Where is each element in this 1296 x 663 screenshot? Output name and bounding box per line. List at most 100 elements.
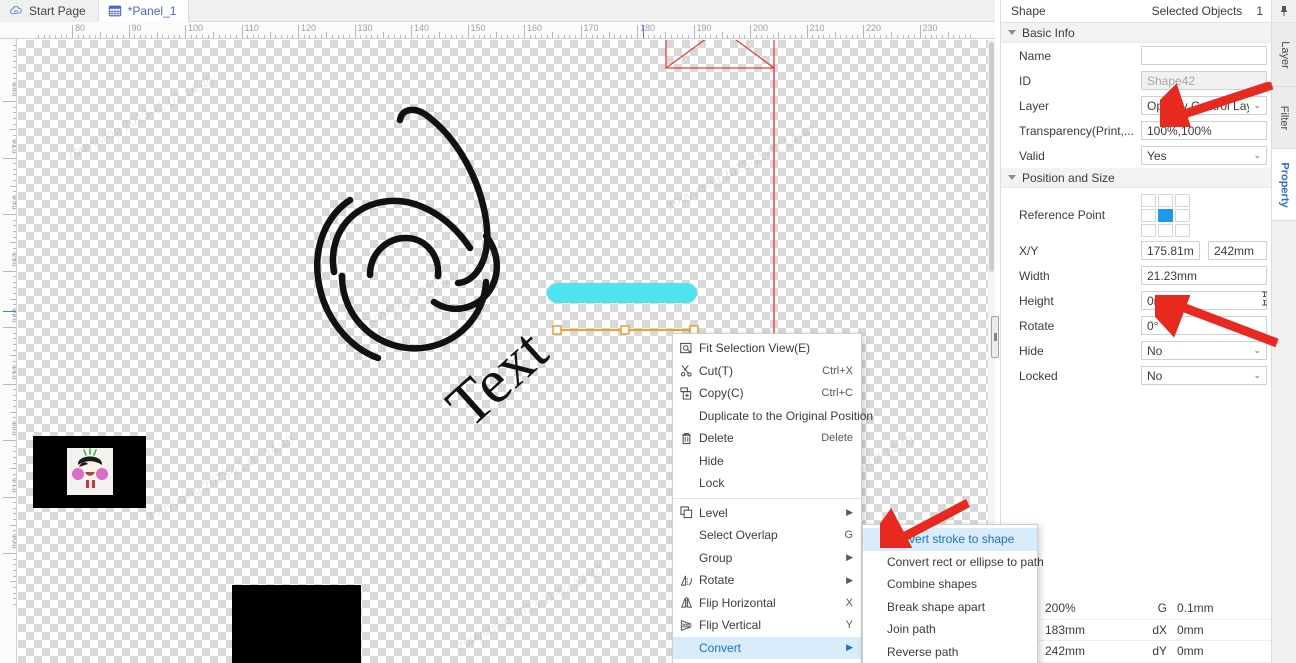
property-input-id[interactable]: Shape42 [1141, 71, 1267, 90]
menu-item-property[interactable]: Property [673, 659, 861, 663]
scrollbar-thumb[interactable] [989, 42, 994, 272]
horizontal-ruler[interactable]: 80 90 100 110 120 130 140 150 160 170 180 190 200 210… [0, 22, 995, 39]
ruler-tick [461, 35, 463, 38]
menu-item-lock[interactable]: Lock [673, 472, 861, 495]
ruler-tick-major [806, 25, 808, 38]
vertical-ruler[interactable]: 280270260250240230220210200 [0, 39, 17, 663]
ruler-tick-major [580, 25, 582, 38]
tab-panel-1[interactable]: *Panel_1 [98, 0, 190, 22]
reference-point-cell[interactable] [1175, 209, 1190, 222]
ruler-tick [365, 35, 367, 38]
reference-point-grid[interactable] [1141, 194, 1190, 237]
ruler-tick [13, 507, 16, 509]
ruler-tick [13, 406, 16, 408]
reference-point-cell[interactable] [1141, 209, 1156, 222]
property-input-x[interactable]: 175.81mr [1141, 241, 1200, 260]
ruler-tick [371, 35, 373, 38]
ruler-tick [936, 35, 938, 38]
ruler-tick-major [128, 25, 130, 38]
reference-point-cell[interactable] [1158, 209, 1173, 222]
property-input-valid[interactable]: Yes ⌄ [1141, 146, 1267, 165]
menu-item-convert[interactable]: Convert ▶ [673, 636, 861, 659]
convert-submenu[interactable]: Convert stroke to shape Convert rect or e… [862, 524, 1044, 663]
ruler-tick [772, 35, 774, 38]
property-row-height: Height 0mm [1001, 288, 1271, 313]
property-label-rotate: Rotate [1019, 318, 1055, 333]
side-tab-label: Layer [1278, 40, 1291, 69]
ruler-tick [13, 134, 16, 136]
side-tab-property[interactable]: Property [1272, 149, 1296, 221]
menu-item-flip-horizontal[interactable]: Flip Horizontal X [673, 592, 861, 615]
reference-point-cell[interactable] [1175, 194, 1190, 207]
menu-item-hide[interactable]: Hide [673, 450, 861, 473]
ruler-tick [13, 230, 16, 232]
link-width-height-icon[interactable] [1258, 290, 1270, 306]
property-input-y[interactable]: 242mm [1208, 241, 1267, 260]
property-input-width[interactable]: 21.23mm [1141, 266, 1267, 285]
submenu-item-break-shape-apart[interactable]: Break shape apart [863, 596, 1037, 619]
property-input-height[interactable]: 0mm [1141, 291, 1267, 310]
reference-point-cell[interactable] [1175, 224, 1190, 237]
section-header-basic-info[interactable]: Basic Info [1001, 23, 1271, 43]
menu-item-level[interactable]: Level ▶ [673, 502, 861, 525]
ruler-tick [13, 389, 16, 391]
ruler-tick [388, 35, 390, 38]
menu-item-fit-selection-view-e[interactable]: Fit Selection View(E) [673, 337, 861, 360]
ruler-tick [88, 35, 90, 38]
property-input-rotate[interactable]: 0° [1141, 316, 1267, 335]
property-input-locked[interactable]: No ⌄ [1141, 366, 1267, 385]
submenu-item-join-path[interactable]: Join path [863, 618, 1037, 641]
menu-item-select-overlap[interactable]: Select Overlap G [673, 524, 861, 547]
side-tab-layer[interactable]: Layer [1272, 23, 1296, 87]
menu-item-duplicate-to-the-original-position[interactable]: Duplicate to the Original Position [673, 405, 873, 428]
cyan-rounded-bar [547, 283, 697, 303]
submenu-item-combine-shapes[interactable]: Combine shapes [863, 573, 1037, 596]
menu-item-cut-t[interactable]: Cut(T) Ctrl+X [673, 360, 861, 383]
property-input-name[interactable] [1141, 46, 1267, 65]
reference-point-cell[interactable] [1141, 224, 1156, 237]
ruler-tick [942, 35, 944, 38]
submenu-item-label: Convert stroke to shape [887, 532, 1015, 547]
menu-item-group[interactable]: Group ▶ [673, 547, 861, 570]
submenu-item-convert-stroke-to-shape[interactable]: Convert stroke to shape [863, 528, 1037, 551]
tab-bar: Start Page *Panel_1 [0, 0, 995, 22]
panel-collapse-handle[interactable] [991, 316, 999, 358]
ruler-tick [77, 35, 79, 38]
reference-point-cell[interactable] [1158, 224, 1173, 237]
submenu-item-reverse-path[interactable]: Reverse path [863, 641, 1037, 663]
property-label-locked: Locked [1019, 368, 1058, 383]
ruler-tick-major [3, 383, 16, 385]
ruler-label: 100 [188, 23, 204, 33]
ruler-tick [55, 35, 57, 38]
property-input-layer[interactable]: Opacity Control Layer ⌄ [1141, 96, 1267, 115]
ruler-tick-major [354, 25, 356, 38]
menu-item-flip-vertical[interactable]: Flip Vertical Y [673, 614, 861, 637]
chevron-down-icon: ⌄ [1253, 370, 1261, 380]
ruler-tick [817, 35, 819, 38]
selected-objects-label: Selected Objects [1151, 4, 1243, 18]
submenu-item-convert-rect-or-ellipse-to-path[interactable]: Convert rect or ellipse to path [863, 551, 1044, 574]
property-input-hide[interactable]: No ⌄ [1141, 341, 1267, 360]
property-input-transparency-print[interactable]: 100%,100% [1141, 121, 1267, 140]
ruler-tick [13, 417, 16, 419]
ruler-tick [631, 35, 633, 38]
tab-start-page[interactable]: Start Page [0, 0, 99, 22]
ruler-tick [834, 32, 836, 38]
menu-item-copy-c[interactable]: Copy(C) Ctrl+C [673, 382, 861, 405]
menu-item-delete[interactable]: Delete Delete [673, 427, 861, 450]
ruler-tick-major [3, 496, 16, 498]
ruler-tick [687, 35, 689, 38]
reference-point-cell[interactable] [1158, 194, 1173, 207]
context-menu[interactable]: Fit Selection View(E) Cut(T) Ctrl+X Copy(C)… [672, 333, 873, 663]
pin-icon[interactable] [1272, 0, 1296, 23]
section-header-position-and-size[interactable]: Position and Size [1001, 168, 1271, 188]
cloud-icon [10, 6, 22, 15]
property-value-id: Shape42 [1147, 73, 1196, 88]
ruler-tick [196, 35, 198, 38]
ruler-tick [134, 35, 136, 38]
reference-point-cell[interactable] [1141, 194, 1156, 207]
side-tab-filter[interactable]: Filter [1272, 87, 1296, 149]
ruler-tick [625, 35, 627, 38]
ruler-tick [10, 185, 16, 187]
menu-item-rotate[interactable]: Rotate ▶ [673, 569, 861, 592]
